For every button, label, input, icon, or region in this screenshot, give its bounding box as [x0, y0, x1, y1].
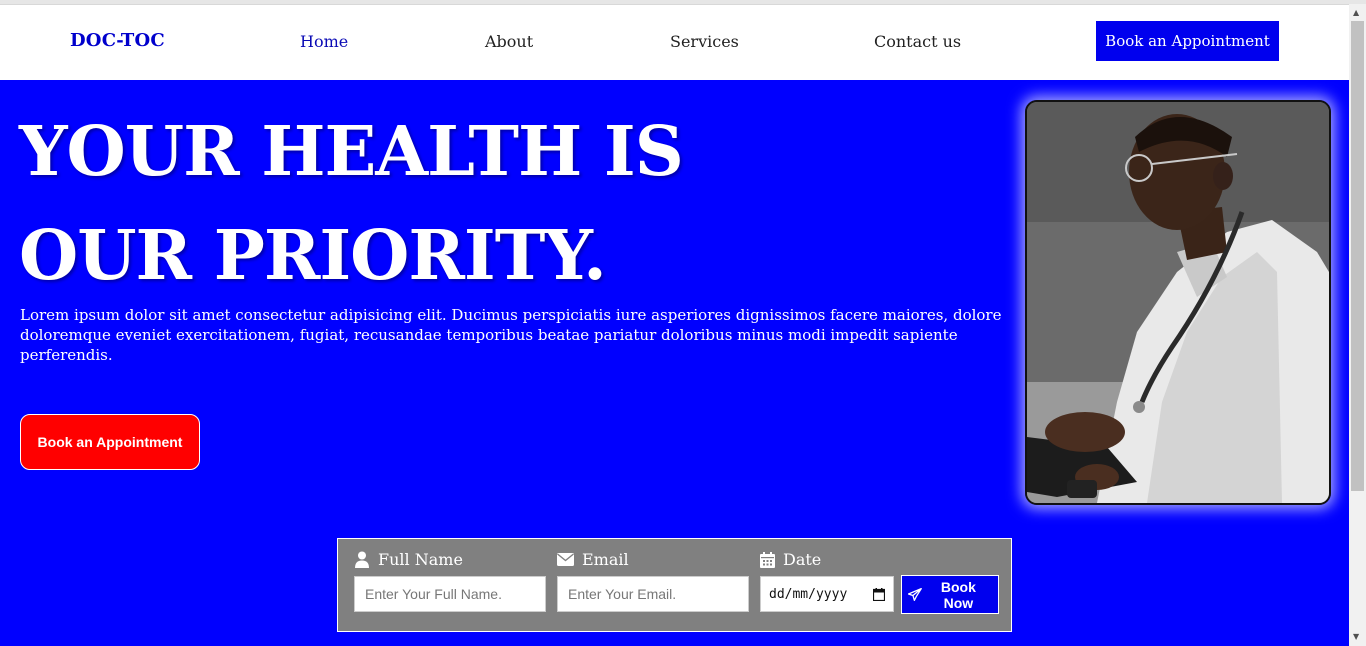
paper-plane-icon — [908, 588, 922, 601]
date-label-text: Date — [783, 550, 822, 569]
hero-book-appointment-button[interactable]: Book an Appointment — [20, 414, 200, 470]
book-now-button[interactable]: Book Now — [901, 575, 999, 614]
nav-link-home[interactable]: Home — [300, 32, 348, 51]
date-input-value: dd/mm/yyyy — [769, 586, 848, 602]
full-name-label-text: Full Name — [378, 550, 463, 569]
calendar-picker-icon[interactable] — [873, 587, 885, 601]
book-now-label: Book Now — [940, 578, 976, 611]
email-input[interactable]: Enter Your Email. — [557, 576, 749, 612]
nav-link-services[interactable]: Services — [670, 32, 739, 51]
calendar-icon — [760, 551, 775, 568]
envelope-icon — [557, 553, 574, 566]
doctor-illustration — [1027, 102, 1329, 503]
vertical-scrollbar[interactable]: ▲ ▼ — [1349, 4, 1366, 646]
full-name-input[interactable]: Enter Your Full Name. — [354, 576, 546, 612]
hero-title: YOUR HEALTH IS OUR PRIORITY. — [19, 100, 779, 308]
scroll-down-icon[interactable]: ▼ — [1353, 632, 1359, 641]
email-label: Email — [557, 550, 629, 569]
hero-title-line-2: OUR PRIORITY. — [19, 216, 607, 296]
hero-description: Lorem ipsum dolor sit amet consectetur a… — [20, 306, 1002, 364]
nav-book-appointment-button[interactable]: Book an Appointment — [1096, 21, 1279, 61]
full-name-label: Full Name — [354, 550, 463, 569]
appointment-form: Full Name Enter Your Full Name. Email En… — [337, 538, 1012, 632]
navbar: DOC-TOC Home About Services Contact us B… — [0, 4, 1349, 81]
user-icon — [355, 551, 369, 568]
doctor-photo — [1025, 100, 1331, 505]
scroll-up-icon[interactable]: ▲ — [1353, 8, 1359, 17]
hero-title-line-1: YOUR HEALTH IS — [19, 112, 684, 192]
email-label-text: Email — [582, 550, 629, 569]
hero-section: YOUR HEALTH IS OUR PRIORITY. Lorem ipsum… — [0, 80, 1349, 646]
scrollbar-thumb[interactable] — [1351, 21, 1364, 491]
date-label: Date — [760, 550, 821, 569]
date-input[interactable]: dd/mm/yyyy — [760, 576, 894, 612]
nav-link-about[interactable]: About — [485, 32, 533, 51]
site-logo[interactable]: DOC-TOC — [70, 30, 165, 51]
nav-link-contact[interactable]: Contact us — [874, 32, 961, 51]
